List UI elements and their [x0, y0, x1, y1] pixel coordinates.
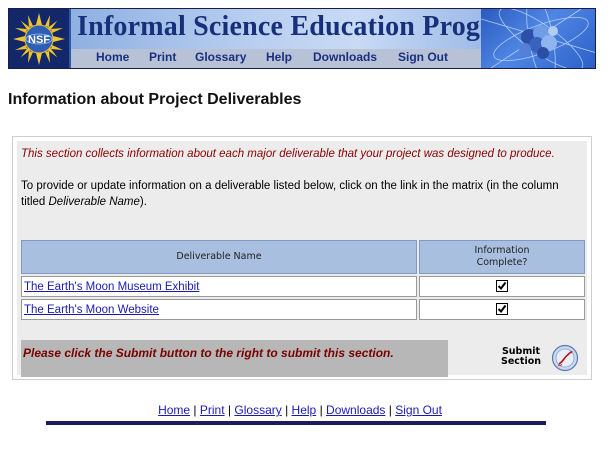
footer-link-print[interactable]: Print — [200, 403, 225, 417]
deliverables-table: Deliverable Name Information Complete? T… — [19, 238, 587, 322]
submit-pen-icon — [551, 344, 579, 372]
deliverables-panel: This section collects information about … — [12, 136, 592, 380]
footer-separator: | — [193, 403, 197, 417]
submit-section-label: Submit Section — [500, 346, 541, 367]
complete-cell — [419, 276, 585, 297]
nav-home[interactable]: Home — [96, 50, 129, 64]
complete-cell — [419, 299, 585, 320]
footer-separator: | — [388, 403, 392, 417]
atom-graphic — [481, 9, 595, 68]
table-row: The Earth's Moon Museum Exhibit — [21, 276, 585, 297]
footer-nav: Home | Print | Glossary | Help | Downloa… — [0, 403, 600, 417]
header-deliverable-name: Deliverable Name — [21, 240, 417, 274]
deliverable-name-cell: The Earth's Moon Museum Exhibit — [21, 276, 417, 297]
footer-separator: | — [319, 403, 323, 417]
table-header-row: Deliverable Name Information Complete? — [21, 240, 585, 274]
nav-downloads[interactable]: Downloads — [313, 50, 377, 64]
nav-sign-out[interactable]: Sign Out — [398, 50, 448, 64]
section-note: This section collects information about … — [21, 148, 555, 160]
table-row: The Earth's Moon Website — [21, 299, 585, 320]
svg-text:NSF: NSF — [28, 34, 50, 46]
submit-button[interactable] — [551, 344, 579, 372]
panel-body: This section collects information about … — [17, 141, 587, 377]
nav-help[interactable]: Help — [266, 50, 292, 64]
nav-print[interactable]: Print — [149, 50, 176, 64]
footer-link-home[interactable]: Home — [158, 403, 190, 417]
deliverable-name-cell: The Earth's Moon Website — [21, 299, 417, 320]
banner-title-area: Informal Science Education Program — [71, 9, 530, 49]
nav-glossary[interactable]: Glossary — [195, 50, 246, 64]
footer-link-help[interactable]: Help — [292, 403, 317, 417]
submit-instruction: Please click the Submit button to the ri… — [23, 346, 394, 360]
instruction-text: To provide or update information on a de… — [21, 180, 559, 208]
footer-divider — [46, 421, 546, 425]
checked-checkbox-icon — [496, 280, 508, 293]
site-banner: NSF Informal Science Education Program H… — [8, 8, 596, 69]
site-title: Informal Science Education Program — [77, 11, 531, 42]
footer-separator: | — [285, 403, 289, 417]
submit-message-bar: Please click the Submit button to the ri… — [21, 340, 448, 377]
footer-link-glossary[interactable]: Glossary — [234, 403, 281, 417]
footer-link-sign-out[interactable]: Sign Out — [395, 403, 442, 417]
header-information-complete: Information Complete? — [419, 240, 585, 274]
deliverable-link[interactable]: The Earth's Moon Website — [24, 304, 159, 316]
page-title: Information about Project Deliverables — [8, 91, 302, 108]
footer-separator: | — [227, 403, 232, 417]
checked-checkbox-icon — [496, 303, 508, 316]
instruction-emphasis: Deliverable Name — [48, 196, 140, 208]
footer-link-downloads[interactable]: Downloads — [326, 403, 385, 417]
nsf-logo: NSF — [9, 9, 69, 68]
intro-text: This section collects information about … — [21, 146, 581, 210]
deliverable-link[interactable]: The Earth's Moon Museum Exhibit — [24, 281, 199, 293]
top-nav: Home Print Glossary Help Downloads Sign … — [71, 49, 481, 68]
